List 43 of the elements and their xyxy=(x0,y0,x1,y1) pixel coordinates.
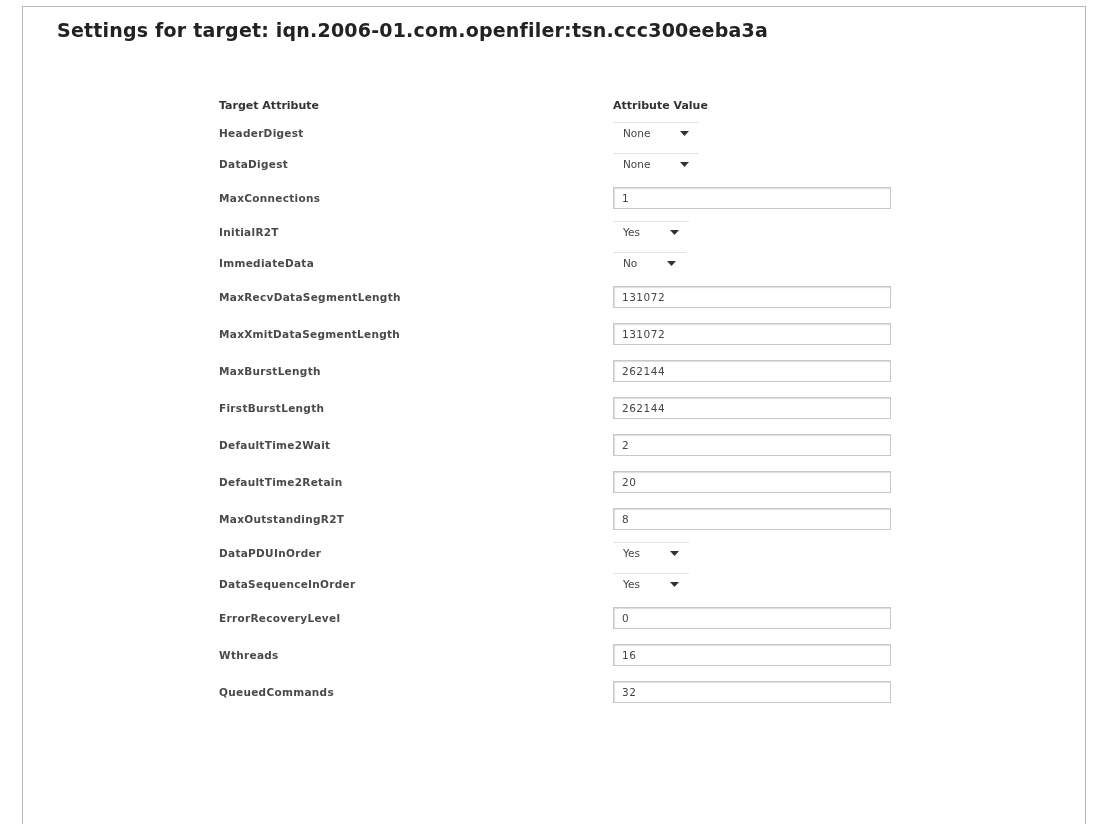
value-dropdown[interactable]: Yes xyxy=(613,573,689,594)
attribute-label: FirstBurstLength xyxy=(219,400,326,416)
value-field[interactable]: 0 xyxy=(613,606,891,629)
value-field[interactable]: 16 xyxy=(613,643,891,666)
value-field[interactable]: 32 xyxy=(613,680,891,703)
attribute-label: MaxOutstandingR2T xyxy=(219,511,346,527)
column-header: Attribute Value xyxy=(613,97,709,114)
value-dropdown[interactable]: Yes xyxy=(613,221,689,242)
attribute-label: ErrorRecoveryLevel xyxy=(219,610,342,626)
attribute-label: Wthreads xyxy=(219,647,280,663)
caret-icon xyxy=(669,229,679,235)
page-title: Settings for target: iqn.2006-01.com.openfiler:tsn.ccc300eeba3a xyxy=(57,19,769,41)
value-field[interactable]: 8 xyxy=(613,507,891,530)
value-field[interactable]: 20 xyxy=(613,470,891,493)
attribute-label: InitialR2T xyxy=(219,224,280,240)
value-field[interactable]: 262144 xyxy=(613,396,891,419)
column-header: Target Attribute xyxy=(219,97,320,114)
attribute-label: MaxRecvDataSegmentLength xyxy=(219,289,402,305)
value-field[interactable]: 2 xyxy=(613,433,891,456)
value-field[interactable]: 131072 xyxy=(613,322,891,345)
value-dropdown[interactable]: None xyxy=(613,122,700,143)
attribute-label: DataPDUInOrder xyxy=(219,545,323,561)
caret-icon xyxy=(669,550,679,556)
caret-icon xyxy=(669,581,679,587)
attribute-label: DataDigest xyxy=(219,156,290,172)
caret-icon xyxy=(667,260,677,266)
caret-icon xyxy=(680,130,690,136)
attribute-label: MaxConnections xyxy=(219,190,322,206)
value-field[interactable]: 1 xyxy=(613,186,891,209)
attribute-label: MaxXmitDataSegmentLength xyxy=(219,326,402,342)
attribute-label: MaxBurstLength xyxy=(219,363,322,379)
attribute-label: DefaultTime2Retain xyxy=(219,474,344,490)
value-dropdown[interactable]: None xyxy=(613,153,700,174)
value-field[interactable]: 262144 xyxy=(613,359,891,382)
value-dropdown[interactable]: No xyxy=(613,252,687,273)
attribute-label: ImmediateData xyxy=(219,255,316,271)
attribute-label: DefaultTime2Wait xyxy=(219,437,332,453)
attribute-label: HeaderDigest xyxy=(219,125,305,141)
attribute-label: DataSequenceInOrder xyxy=(219,576,357,592)
value-field[interactable]: 131072 xyxy=(613,285,891,308)
caret-icon xyxy=(680,161,690,167)
value-dropdown[interactable]: Yes xyxy=(613,542,689,563)
attribute-label: QueuedCommands xyxy=(219,684,335,700)
